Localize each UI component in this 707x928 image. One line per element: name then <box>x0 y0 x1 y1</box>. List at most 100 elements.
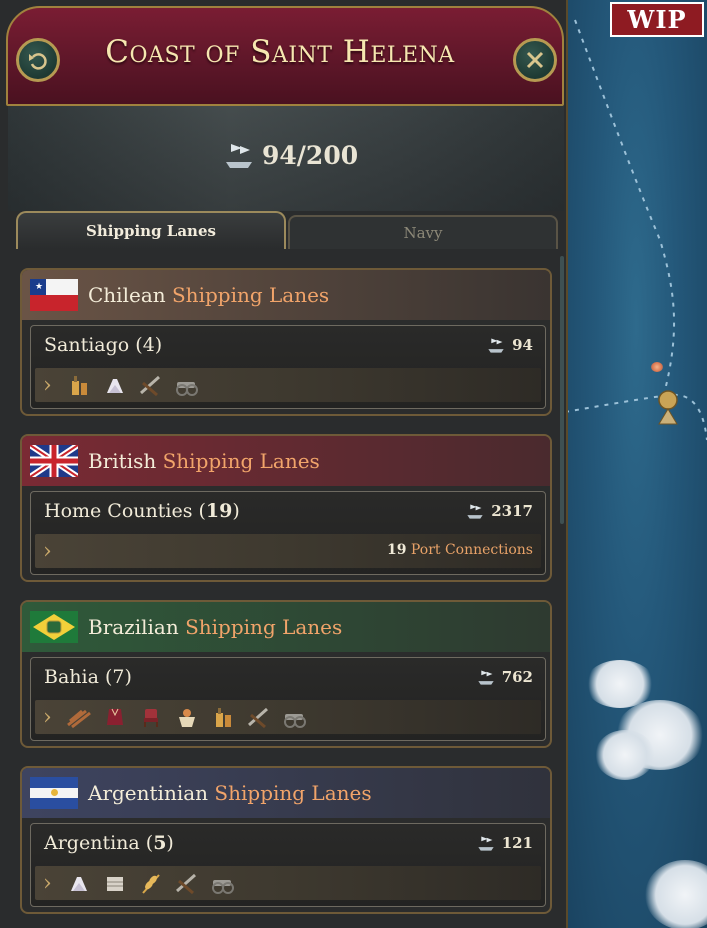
route-name: Santiago (4) <box>44 334 163 356</box>
ships-count: 2317 <box>491 502 533 520</box>
liquor-icon <box>66 372 92 398</box>
route-count: 4 <box>142 334 155 356</box>
artillery-icon <box>210 870 236 896</box>
lane-card-chilean: ★ Chilean Shipping Lanes Santiago (4) 94… <box>20 268 552 416</box>
port-count: 19 <box>386 542 407 558</box>
wip-badge: WIP <box>610 2 704 37</box>
goods-row: › <box>35 368 541 402</box>
close-button[interactable] <box>513 38 557 82</box>
ships-icon <box>478 836 494 851</box>
wood-icon <box>66 704 92 730</box>
close-icon <box>526 51 544 69</box>
route-entry[interactable]: Bahia (7) 762 › <box>30 657 546 741</box>
cloud <box>595 730 655 780</box>
port-label: Port Connections <box>410 542 533 558</box>
lane-nation: Brazilian <box>88 615 179 639</box>
brazil-flag-icon <box>30 611 78 643</box>
lane-title: Chilean Shipping Lanes <box>88 283 329 307</box>
route-label: Santiago <box>44 334 130 356</box>
tab-navy[interactable]: Navy <box>288 215 558 249</box>
chevron-right-icon[interactable]: › <box>43 871 52 896</box>
ships-count: 94 <box>512 336 533 354</box>
ships-icon <box>467 504 483 519</box>
furniture-icon <box>138 704 164 730</box>
liquor-icon <box>210 704 236 730</box>
grain-icon <box>138 870 164 896</box>
route-label: Argentina <box>44 832 140 854</box>
cloud <box>585 660 655 708</box>
chevron-right-icon[interactable]: › <box>43 373 52 398</box>
route-count: 19 <box>205 500 233 522</box>
route-ships: 121 <box>476 834 533 852</box>
location-marker-icon[interactable] <box>657 390 679 426</box>
chile-flag-icon: ★ <box>30 279 78 311</box>
route-ships: 94 <box>486 336 533 354</box>
lane-header: ★ Chilean Shipping Lanes <box>22 270 550 320</box>
artillery-icon <box>282 704 308 730</box>
chevron-right-icon[interactable]: › <box>43 539 52 564</box>
lane-header: Brazilian Shipping Lanes <box>22 602 550 652</box>
goods-row: › <box>35 866 541 900</box>
shipping-route-lines <box>565 19 707 441</box>
coast-panel: Coast of Saint Helena 94/200 Shipping La… <box>0 0 568 928</box>
route-count: 7 <box>112 666 125 688</box>
naval-capacity: 94/200 <box>222 140 358 170</box>
cloud <box>645 860 707 928</box>
world-map[interactable] <box>565 0 707 928</box>
groceries-icon <box>174 704 200 730</box>
capacity-value: 94/200 <box>262 140 359 170</box>
panel-title: Coast of Saint Helena <box>105 34 455 70</box>
chevron-right-icon[interactable]: › <box>43 705 52 730</box>
ships-icon <box>488 338 504 353</box>
route-count: 5 <box>153 832 167 854</box>
goods-row: › <box>35 700 541 734</box>
lane-card-brazilian: Brazilian Shipping Lanes Bahia (7) 762 › <box>20 600 552 748</box>
route-name: Bahia (7) <box>44 666 132 688</box>
route-ships: 762 <box>476 668 533 686</box>
route-entry[interactable]: Santiago (4) 94 › <box>30 325 546 409</box>
route-label: Bahia <box>44 666 99 688</box>
route-name: Home Counties (19) <box>44 500 240 522</box>
back-button[interactable] <box>16 38 60 82</box>
lane-title: British Shipping Lanes <box>88 449 320 473</box>
back-arrow-icon <box>29 53 47 70</box>
artillery-icon <box>174 372 200 398</box>
route-entry[interactable]: Home Counties (19) 2317 › 19 Port Connec… <box>30 491 546 575</box>
lane-title: Brazilian Shipping Lanes <box>88 615 342 639</box>
lane-suffix: Shipping Lanes <box>171 283 330 307</box>
lane-suffix: Shipping Lanes <box>185 615 343 639</box>
clothes-icon <box>66 870 92 896</box>
lane-header: British Shipping Lanes <box>22 436 550 486</box>
brazil-flag-graphic <box>30 611 78 643</box>
lane-suffix: Shipping Lanes <box>214 781 372 805</box>
lane-suffix: Shipping Lanes <box>162 449 320 473</box>
ships-count: 762 <box>501 668 533 686</box>
argentina-flag-icon <box>30 777 78 809</box>
lane-nation: Argentinian <box>88 781 209 805</box>
lane-nation: British <box>88 449 157 473</box>
uk-flag-graphic <box>30 445 78 477</box>
luxury-clothes-icon <box>102 704 128 730</box>
lane-title: Argentinian Shipping Lanes <box>88 781 372 805</box>
clothes-icon <box>102 372 128 398</box>
lane-nation: Chilean <box>88 283 166 307</box>
route-entry[interactable]: Argentina (5) 121 › <box>30 823 546 907</box>
tab-shipping-lanes[interactable]: Shipping Lanes <box>16 211 286 249</box>
uk-flag-icon <box>30 445 78 477</box>
saint-helena-island <box>651 362 663 372</box>
route-label: Home Counties <box>44 500 193 522</box>
small-arms-icon <box>246 704 272 730</box>
port-connections: 19 Port Connections <box>387 542 533 558</box>
goods-row: › 19 Port Connections <box>35 534 541 568</box>
lane-card-british: British Shipping Lanes Home Counties (19… <box>20 434 552 582</box>
scrollbar[interactable] <box>560 256 564 524</box>
ships-icon <box>226 144 252 168</box>
small-arms-icon <box>174 870 200 896</box>
small-arms-icon <box>138 372 164 398</box>
route-name: Argentina (5) <box>44 832 174 854</box>
tab-bar: Shipping Lanes Navy <box>16 211 558 249</box>
wip-label: WIP <box>612 4 702 35</box>
ships-icon <box>478 670 494 685</box>
lane-header: Argentinian Shipping Lanes <box>22 768 550 818</box>
luxury-clothes-icon <box>102 870 128 896</box>
